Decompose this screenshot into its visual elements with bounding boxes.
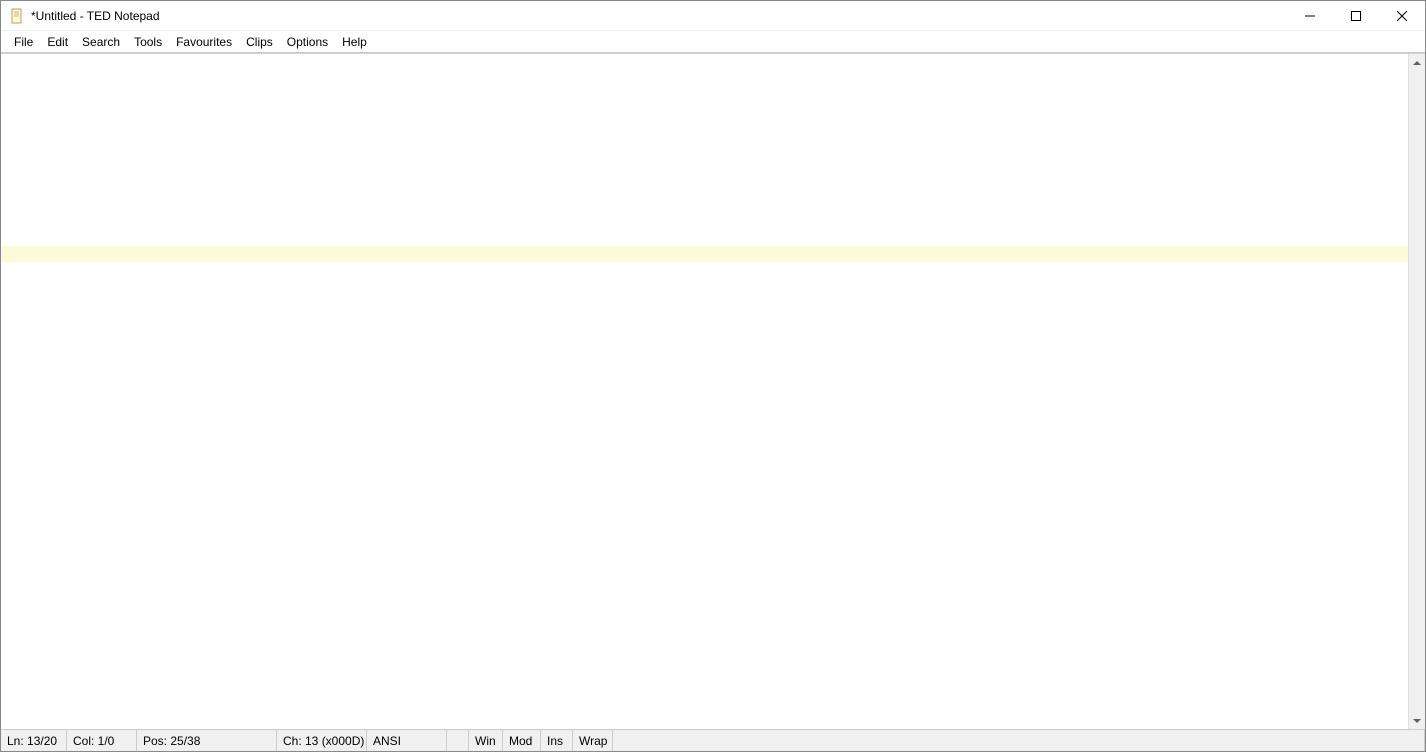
status-char: Ch: 13 (x000D) [277, 730, 367, 751]
menu-clips[interactable]: Clips [239, 33, 280, 51]
menu-search[interactable]: Search [75, 33, 127, 51]
text-editor[interactable] [1, 54, 1408, 729]
status-column: Col: 1/0 [67, 730, 137, 751]
statusbar: Ln: 13/20 Col: 1/0 Pos: 25/38 Ch: 13 (x0… [1, 729, 1425, 751]
status-spacer [447, 730, 469, 751]
menubar: File Edit Search Tools Favourites Clips … [1, 31, 1425, 53]
menu-options[interactable]: Options [280, 33, 335, 51]
menu-tools[interactable]: Tools [127, 33, 169, 51]
status-wrap: Wrap [573, 730, 613, 751]
menu-edit[interactable]: Edit [40, 33, 75, 51]
current-line-highlight [1, 246, 1408, 262]
close-button[interactable] [1379, 1, 1425, 30]
window-title: *Untitled - TED Notepad [31, 9, 160, 23]
status-insert: Ins [541, 730, 573, 751]
status-position: Pos: 25/38 [137, 730, 277, 751]
menu-favourites[interactable]: Favourites [169, 33, 239, 51]
app-icon [9, 8, 25, 24]
menu-help[interactable]: Help [335, 33, 374, 51]
status-line: Ln: 13/20 [1, 730, 67, 751]
maximize-button[interactable] [1333, 1, 1379, 30]
status-eol: Win [469, 730, 503, 751]
editor-container [1, 53, 1425, 729]
vertical-scrollbar[interactable] [1408, 54, 1425, 729]
status-fill [613, 730, 1425, 751]
status-encoding: ANSI [367, 730, 447, 751]
scroll-up-arrow-icon[interactable] [1409, 54, 1425, 71]
menu-file[interactable]: File [7, 33, 40, 51]
titlebar: *Untitled - TED Notepad [1, 1, 1425, 31]
status-modified: Mod [503, 730, 541, 751]
scroll-down-arrow-icon[interactable] [1409, 712, 1425, 729]
minimize-button[interactable] [1287, 1, 1333, 30]
window-controls [1287, 1, 1425, 30]
